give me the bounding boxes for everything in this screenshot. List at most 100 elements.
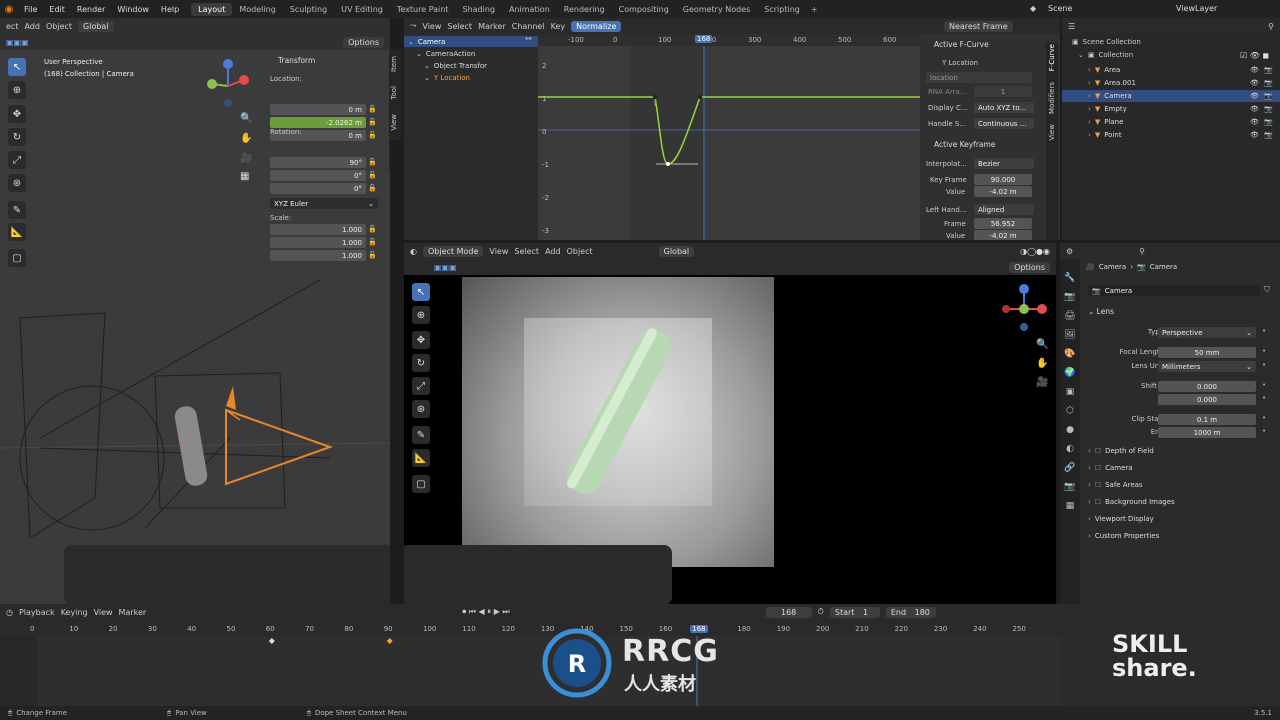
visibility-eye-icon[interactable]: 👁 [1250,131,1259,139]
channel-row[interactable]: ⌄ CameraAction [404,48,538,59]
visibility-eye-icon[interactable]: 👁 [1250,118,1259,126]
start-frame-field[interactable]: Start 1 [829,606,880,618]
rotation-mode-dropdown[interactable]: XYZ Euler ⌄ [270,198,378,209]
cam-menu-view[interactable]: View [489,247,508,256]
scene-name[interactable]: Scene [1048,4,1072,13]
properties-type-icon[interactable]: ⚙ [1066,247,1073,256]
collection-row[interactable]: ⌄ ▣ Collection [1078,51,1133,59]
current-frame-field[interactable]: 168 [765,606,812,618]
cam-orientation-dropdown[interactable]: Global [658,245,695,257]
tab-modifiers[interactable]: Modifiers [1048,82,1056,114]
graph-current-frame[interactable]: 168 [695,35,713,43]
workspace-tab-layout[interactable]: Layout [191,2,233,16]
keyframe-dot-icon[interactable]: • [1262,427,1266,435]
lock-icon[interactable]: 🔓 [368,105,377,113]
keyframe-dot-icon[interactable]: • [1262,414,1266,422]
menu-help[interactable]: Help [155,5,185,14]
lock-icon[interactable]: 🔓 [368,225,377,233]
rna-index-field[interactable]: 1 [974,86,1032,97]
workspace-tab-texture-paint[interactable]: Texture Paint [390,3,456,16]
prop-field-end[interactable]: 1000 m [1158,427,1256,438]
shading-mode-icons[interactable]: ◑◯●◉ [1020,247,1050,256]
cam-menu-object[interactable]: Object [567,247,593,256]
scale-y-field[interactable]: 1.000 [270,237,366,248]
properties-search-icon[interactable]: ⚲ [1139,247,1145,256]
graph-menu-select[interactable]: Select [447,22,472,31]
timeline-type-icon[interactable]: ◷ [6,608,13,617]
tab-tool[interactable]: Tool [390,86,398,100]
subpanel-viewport-display[interactable]: › Viewport Display [1088,515,1274,523]
display-color-dropdown[interactable]: Auto XYZ to... [974,102,1034,113]
expand-chevron-icon[interactable]: › [1088,105,1091,113]
lens-title[interactable]: ⌄ Lens [1088,307,1114,316]
cam-annotate-tool[interactable]: ✎ [412,426,430,444]
rotation-x-field[interactable]: 90° [270,157,366,168]
outliner-item[interactable]: › ▼ Camera 👁 📷 [1062,90,1280,102]
channel-row[interactable]: ⌄ Object Transfor [404,60,538,71]
checkbox-icon[interactable]: ☐ [1095,481,1101,489]
workspace-tab-shading[interactable]: Shading [455,3,502,16]
graph-area[interactable]: -1000100200300400500600 168 210-1-2-3 [538,34,920,240]
expand-chevron-icon[interactable]: › [1088,131,1091,139]
menu-render[interactable]: Render [71,5,111,14]
visibility-eye-icon[interactable]: 👁 [1250,79,1259,87]
interpolation-dropdown[interactable]: Bezier [974,158,1034,169]
prop-field-clip-start[interactable]: 0.1 m [1158,414,1256,425]
expand-chevron-icon[interactable]: › [1088,92,1091,100]
handle-smooth-dropdown[interactable]: Continuous ... [974,118,1034,129]
workspace-tab-rendering[interactable]: Rendering [557,3,612,16]
keyframe-dot-icon[interactable]: • [1262,347,1266,355]
key-frame-field[interactable]: 90.000 [974,174,1032,185]
outliner-item[interactable]: › ▼ Empty 👁 📷 [1062,103,1280,115]
workspace-tab-animation[interactable]: Animation [502,3,557,16]
cam-navigation-gizmo[interactable] [996,279,1052,339]
scale-x-field[interactable]: 1.000 [270,224,366,235]
location-x-field[interactable]: 0 m [270,104,366,115]
outliner-item[interactable]: › ▼ Area 👁 📷 [1062,64,1280,76]
handle-value-field[interactable]: -4.02 m [974,230,1032,240]
graph-menu-marker[interactable]: Marker [478,22,506,31]
cam-measure-tool[interactable]: 📐 [412,449,430,467]
workspace-tab-geometry-nodes[interactable]: Geometry Nodes [676,3,757,16]
end-frame-field[interactable]: End 180 [885,606,936,618]
checkbox-icon[interactable]: ☐ [1095,498,1101,506]
prop-field-lens-unit[interactable]: Millimeters ⌄ [1158,361,1256,372]
timeline-track[interactable] [0,636,1060,706]
timeline-menu-playback[interactable]: Playback [19,608,55,617]
camera-data-name-field[interactable]: 📷 Camera [1088,285,1260,296]
graph-resize-icon[interactable]: ↔ [525,34,539,44]
cam-options-dropdown[interactable]: Options [1009,261,1050,273]
cam-add-cube-tool[interactable]: ▢ [412,475,430,493]
prop-field-y[interactable]: 0.000 [1158,394,1256,405]
rna-path-field[interactable]: location [926,72,1032,83]
snap-dropdown[interactable]: Nearest Frame [944,20,1013,32]
outliner-item[interactable]: › ▼ Point 👁 📷 [1062,129,1280,141]
channel-expand-icon[interactable]: ⌄ [408,38,414,46]
timeline-ruler[interactable]: 0 10 20 30 40 50 60 70 80 90 100 110 120 130 140 150 160… [0,622,1060,636]
cam-zoom-icon[interactable]: 🔍 [1036,339,1048,350]
cam-camera-icon[interactable]: 🎥 [1036,377,1048,388]
channel-expand-icon[interactable]: ⌄ [416,50,422,58]
outliner-filter-icon[interactable]: ⚲ [1268,22,1274,31]
fake-user-shield-icon[interactable]: ⛉ [1264,285,1270,295]
workspace-tab-modeling[interactable]: Modeling [232,3,282,16]
keyframe-dot-icon[interactable]: • [1262,394,1266,402]
menu-edit[interactable]: Edit [43,5,71,14]
editor-type-icon[interactable]: ⤳ [410,21,416,31]
cam-select-mode-icons[interactable]: ▣▣▣ [434,263,457,272]
outliner-type-icon[interactable]: ☰ [1068,22,1075,31]
render-camera-icon[interactable]: 📷 [1264,92,1273,100]
subpanel-background-images[interactable]: › ☐ Background Images [1088,498,1274,506]
workspace-tab-scripting[interactable]: Scripting [757,3,807,16]
subpanel-custom-properties[interactable]: › Custom Properties [1088,532,1274,540]
transform-title[interactable]: Transform [278,56,315,65]
active-keyframe-title[interactable]: Active Keyframe [934,140,995,149]
subpanel-depth-of-field[interactable]: › ☐ Depth of Field [1088,447,1274,455]
scene-collection-row[interactable]: ▣ Scene Collection [1072,38,1141,46]
cam-rotate-tool[interactable]: ↻ [412,354,430,372]
keyframe-dot-icon[interactable]: • [1262,361,1266,369]
mode-dropdown[interactable]: Object Mode [422,245,484,257]
outliner-item[interactable]: › ▼ Plane 👁 📷 [1062,116,1280,128]
cam-move-tool[interactable]: ✥ [412,331,430,349]
tab-fcurve[interactable]: F-Curve [1048,44,1056,71]
